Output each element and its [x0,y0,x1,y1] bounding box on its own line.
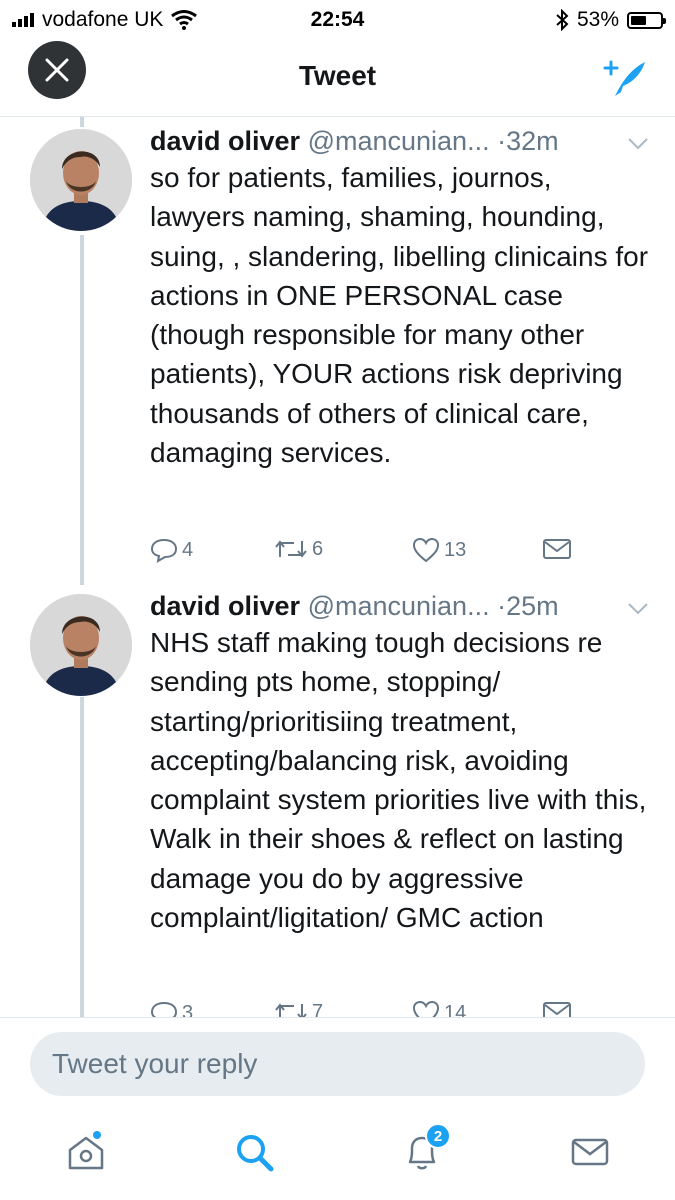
like-count: 14 [444,1001,467,1018]
tweet[interactable]: david oliver @mancunian... ·25m NHS staf… [0,582,675,1017]
tweet-text: NHS staff making tough decisions re send… [150,627,647,934]
tweet-timestamp: ·25m [497,591,559,621]
chevron-down-icon[interactable] [627,602,649,616]
reply-count: 4 [182,538,194,561]
bluetooth-icon [556,9,569,31]
tweet-timestamp: ·32m [497,126,559,156]
heart-icon [412,537,440,563]
author-handle[interactable]: @mancunian... [308,126,490,156]
page-title: Tweet [298,60,377,91]
direct-message-button[interactable] [542,537,572,561]
chevron-down-icon[interactable] [627,137,649,151]
compose-tweet-icon [603,60,645,96]
tweet-header: david oliver @mancunian... ·25m [150,590,670,622]
reply-button[interactable]: 3 [150,1000,193,1017]
tweet-actions: 3 7 14 [150,1000,590,1017]
tab-notifications[interactable]: 2 [397,1123,451,1177]
like-count: 13 [444,538,467,561]
search-icon [237,1135,274,1172]
battery-level [631,15,646,25]
battery-icon [627,11,666,29]
author-name[interactable]: david oliver [150,591,300,621]
retweet-count: 6 [312,537,324,560]
compose-tweet-button[interactable] [601,56,647,100]
reply-bar [0,1017,675,1110]
tab-bar: 2 [0,1109,675,1200]
tweet-actions: 4 6 13 [150,537,590,567]
tweet-thread: david oliver @mancunian... ·32m so for p… [0,117,675,1017]
reply-count: 3 [182,1001,194,1018]
home-icon [68,1136,104,1170]
avatar[interactable] [30,129,132,231]
tweet[interactable]: david oliver @mancunian... ·32m so for p… [0,117,675,582]
heart-icon [412,1000,440,1017]
reply-icon [150,538,178,563]
tweet-header: david oliver @mancunian... ·32m [150,125,670,157]
status-bar: vodafone UK 22:54 53% [0,0,675,40]
unread-dot [93,1131,101,1139]
retweet-icon [275,540,307,558]
mail-icon [543,539,571,559]
mail-icon [543,1002,571,1017]
retweet-button[interactable]: 7 [274,1000,323,1017]
retweet-icon [275,1003,307,1017]
notifications-badge: 2 [425,1123,451,1149]
tab-messages[interactable] [565,1127,615,1177]
like-button[interactable]: 13 [412,537,466,563]
reply-input[interactable] [30,1032,645,1096]
author-handle[interactable]: @mancunian... [308,591,490,621]
retweet-count: 7 [312,1000,324,1018]
author-name[interactable]: david oliver [150,126,300,156]
reply-button[interactable]: 4 [150,537,193,563]
battery-percent: 53% [576,8,619,31]
tweet-text: so for patients, families, journos, lawy… [150,162,649,469]
messages-icon [571,1138,609,1166]
avatar[interactable] [30,594,132,696]
direct-message-button[interactable] [542,1000,572,1017]
tab-home[interactable] [61,1127,111,1177]
like-button[interactable]: 14 [412,1000,466,1017]
retweet-button[interactable]: 6 [274,537,323,561]
navigation-bar: Tweet [0,40,675,117]
tab-search[interactable] [229,1127,279,1177]
reply-icon [150,1001,178,1017]
